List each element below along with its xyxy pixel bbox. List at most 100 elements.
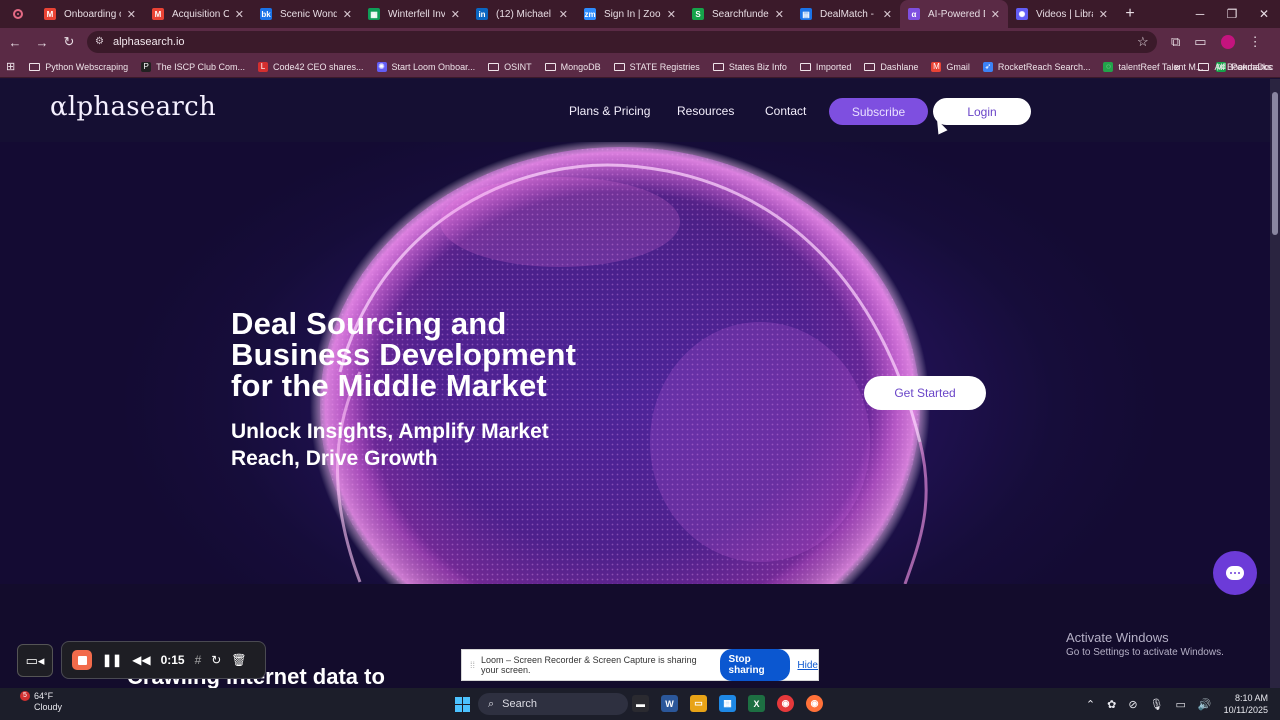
- mic-off-icon[interactable]: ⊘: [1128, 698, 1137, 711]
- close-tab-icon[interactable]: ✕: [991, 8, 1000, 21]
- apps-grid-icon[interactable]: ⊞: [6, 60, 15, 73]
- menu-icon[interactable]: ⋮: [1249, 34, 1262, 50]
- folder-icon: [799, 62, 811, 71]
- scrollbar-thumb[interactable]: [1272, 92, 1278, 235]
- login-button[interactable]: Login: [933, 98, 1031, 125]
- close-tab-icon[interactable]: ✕: [235, 8, 244, 21]
- bookmark-item[interactable]: Imported: [799, 62, 851, 72]
- bookmark-item[interactable]: OSINT: [488, 62, 532, 72]
- bookmark-item[interactable]: P The ISCP Club Com...: [141, 61, 245, 72]
- volume-icon[interactable]: 🔊: [1198, 698, 1212, 711]
- bookmark-item[interactable]: STATE Registries: [613, 62, 700, 72]
- restore-icon[interactable]: ❐: [1216, 0, 1248, 28]
- hero-title-line: Deal Sourcing and: [231, 306, 507, 341]
- close-tab-icon[interactable]: ✕: [559, 8, 568, 21]
- browser-tab[interactable]: in (12) Michael Bat ✕: [468, 0, 576, 28]
- minimize-icon[interactable]: ─: [1184, 0, 1216, 28]
- excel-icon[interactable]: X: [748, 695, 765, 712]
- bookmark-favicon-icon: ◌: [1103, 61, 1114, 72]
- nav-plans-pricing[interactable]: Plans & Pricing: [569, 104, 650, 118]
- stop-sharing-button[interactable]: Stop sharing: [719, 649, 791, 681]
- tab-search-button[interactable]: [0, 0, 36, 28]
- nav-resources[interactable]: Resources: [677, 104, 734, 118]
- bookmark-label: OSINT: [504, 61, 532, 72]
- chat-launcher-button[interactable]: [1213, 551, 1257, 595]
- browser-tab[interactable]: ▦ Winterfell Invest ✕: [360, 0, 468, 28]
- browser-tab[interactable]: ▤ DealMatch - Pov ✕: [792, 0, 900, 28]
- bookmark-label: MongoDB: [560, 61, 601, 72]
- close-tab-icon[interactable]: ✕: [127, 8, 136, 21]
- browser-tab[interactable]: α AI-Powered Deal ✕: [900, 0, 1008, 28]
- rewind-icon[interactable]: ◀◀: [132, 653, 150, 667]
- site-info-icon[interactable]: ⚙: [95, 36, 107, 48]
- bookmark-item[interactable]: Python Webscraping: [29, 62, 128, 72]
- browser-tab[interactable]: ✺ Videos | Library ✕: [1008, 0, 1116, 28]
- close-icon[interactable]: ✕: [1248, 0, 1280, 28]
- close-tab-icon[interactable]: ✕: [1099, 8, 1108, 21]
- weather-alert-badge: 5: [20, 691, 30, 701]
- app-tray-icon[interactable]: ✿: [1107, 698, 1116, 711]
- browser-tab[interactable]: S Searchfunder ✕: [684, 0, 792, 28]
- loom-camera-button[interactable]: ▭◂: [17, 644, 53, 677]
- reload-button[interactable]: ↻: [57, 30, 81, 54]
- cast-icon[interactable]: ▭: [1194, 34, 1206, 50]
- hero-subtitle-line: Reach, Drive Growth: [231, 447, 438, 470]
- file-explorer-icon[interactable]: ▭: [690, 695, 707, 712]
- trash-icon[interactable]: 🗑: [231, 653, 246, 667]
- task-view-icon[interactable]: ▬: [632, 695, 649, 712]
- site-logo[interactable]: αlphasearch: [50, 92, 216, 122]
- taskbar-clock[interactable]: 8:10 AM 10/11/2025: [1224, 692, 1268, 716]
- bookmark-item[interactable]: M Gmail: [931, 61, 970, 72]
- display-icon[interactable]: ▭: [1176, 698, 1186, 711]
- browser-tab[interactable]: zm Sign In | Zoom ✕: [576, 0, 684, 28]
- calculator-icon[interactable]: ▦: [719, 695, 736, 712]
- tray-overflow-icon[interactable]: ⌃: [1086, 698, 1095, 711]
- bookmarks-overflow-button[interactable]: »: [1174, 60, 1181, 74]
- subscribe-button[interactable]: Subscribe: [829, 98, 928, 125]
- close-tab-icon[interactable]: ✕: [775, 8, 784, 21]
- tab-title: DealMatch - Pov: [820, 8, 877, 20]
- bookmark-item[interactable]: Dashlane: [864, 62, 918, 72]
- bookmark-item[interactable]: L Code42 CEO shares...: [257, 61, 364, 72]
- close-tab-icon[interactable]: ✕: [667, 8, 676, 21]
- pause-icon[interactable]: ❚❚: [102, 653, 122, 667]
- folder-icon: [1198, 63, 1210, 71]
- new-tab-button[interactable]: +: [1116, 5, 1144, 23]
- weather-widget[interactable]: 5 64°F Cloudy: [14, 691, 62, 713]
- nav-contact[interactable]: Contact: [765, 104, 806, 118]
- close-tab-icon[interactable]: ✕: [343, 8, 352, 21]
- clock-time: 8:10 AM: [1234, 693, 1268, 703]
- extensions-icon[interactable]: ⧉: [1171, 34, 1180, 50]
- browser-tab[interactable]: bk Scenic Wonders ✕: [252, 0, 360, 28]
- word-icon[interactable]: W: [661, 695, 678, 712]
- bookmark-item[interactable]: MongoDB: [544, 61, 601, 72]
- bookmark-label: Python Webscraping: [45, 61, 129, 72]
- back-button[interactable]: ←: [3, 30, 27, 54]
- browser-tab[interactable]: M Onboarding of A ✕: [36, 0, 144, 28]
- stop-recording-button[interactable]: [72, 650, 92, 670]
- get-started-button[interactable]: Get Started: [864, 376, 986, 410]
- close-tab-icon[interactable]: ✕: [883, 8, 892, 21]
- bookmark-item[interactable]: ✺ Start Loom Onboar...: [376, 61, 475, 72]
- bookmark-item[interactable]: ➶ RocketReach Search...: [982, 61, 1090, 72]
- microphone-icon[interactable]: 🎙: [1150, 698, 1164, 711]
- all-bookmarks-button[interactable]: All Bookmarks: [1214, 62, 1272, 72]
- close-tab-icon[interactable]: ✕: [451, 8, 460, 21]
- hide-banner-link[interactable]: Hide: [797, 660, 818, 671]
- chrome-icon[interactable]: ◉: [777, 695, 794, 712]
- grid-icon[interactable]: #: [195, 653, 202, 667]
- drag-handle-icon[interactable]: ⁞⁞: [470, 660, 475, 670]
- bookmark-star-icon[interactable]: ☆: [1137, 34, 1157, 50]
- address-bar[interactable]: ⚙ alphasearch.io ☆: [87, 31, 1157, 53]
- bookmark-label: Dashlane: [880, 61, 919, 72]
- browser-tabstrip: M Onboarding of A ✕ M Acquisition Oppo ✕ bk Sce…: [0, 0, 1280, 28]
- restart-icon[interactable]: ↻: [211, 653, 221, 667]
- url-text[interactable]: alphasearch.io: [113, 36, 1137, 48]
- forward-button[interactable]: →: [30, 30, 54, 54]
- firefox-icon[interactable]: ◉: [806, 695, 823, 712]
- windows-start-icon[interactable]: [455, 697, 470, 712]
- profile-avatar[interactable]: [1220, 35, 1235, 49]
- bookmark-item[interactable]: States Biz Info: [712, 62, 787, 72]
- taskbar-search[interactable]: ⌕ Search: [478, 693, 628, 715]
- browser-tab[interactable]: M Acquisition Oppo ✕: [144, 0, 252, 28]
